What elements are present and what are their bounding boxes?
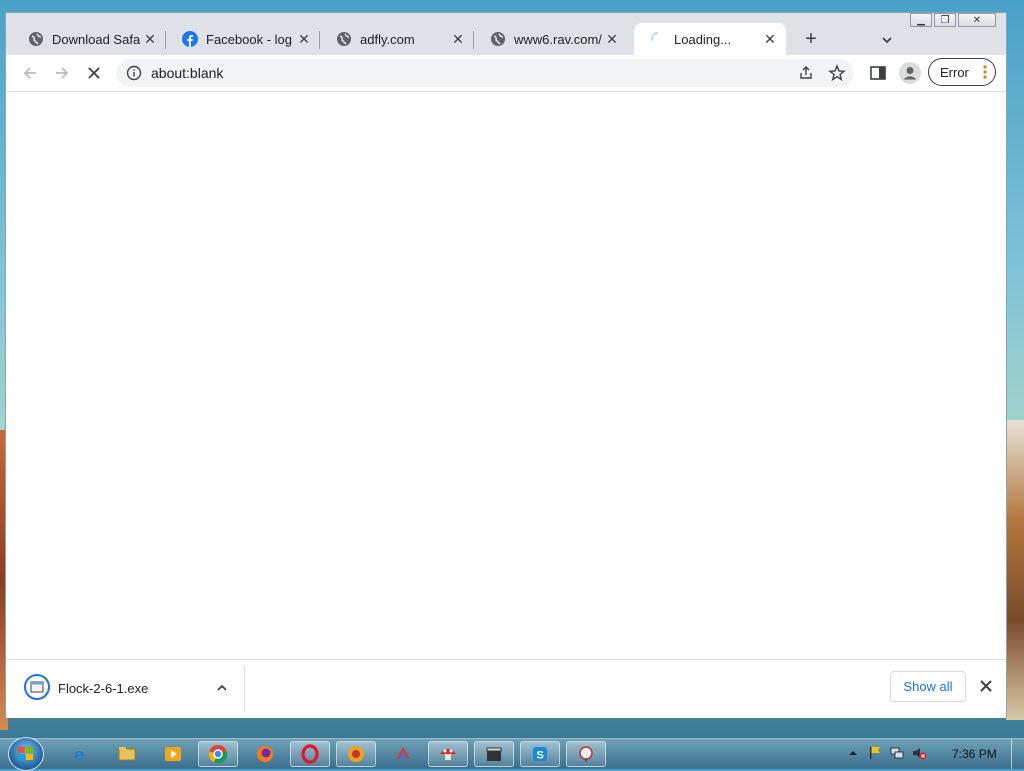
app-icon — [348, 746, 364, 762]
share-icon[interactable] — [798, 65, 814, 81]
tab-title: adfly.com — [360, 31, 415, 47]
tab-close-icon[interactable]: ✕ — [296, 31, 312, 47]
taskbar: e S 7:36 PM — [0, 737, 1024, 771]
file-explorer-icon[interactable] — [116, 743, 138, 765]
tab-close-icon[interactable]: ✕ — [450, 31, 466, 47]
svg-text:S: S — [537, 750, 544, 762]
network-icon[interactable] — [889, 745, 905, 761]
info-icon[interactable] — [126, 65, 142, 81]
new-tab-button[interactable]: + — [800, 29, 822, 51]
show-desktop-button[interactable] — [1011, 739, 1024, 769]
tab-search-chevron-down-icon[interactable] — [878, 31, 896, 49]
page-content-area[interactable] — [6, 92, 1006, 659]
tab-title: Download Safari — [52, 31, 140, 47]
media-player-icon[interactable] — [162, 743, 184, 765]
browser-toolbar: Error — [6, 55, 1006, 91]
tab-loading-active[interactable]: Loading... ✕ — [634, 23, 786, 55]
show-hidden-icons-icon[interactable] — [845, 745, 861, 761]
chrome-icon — [208, 745, 228, 764]
tab-title: Facebook - log in — [206, 31, 294, 47]
globe-icon — [337, 32, 351, 46]
clapperboard-icon — [486, 747, 502, 761]
stop-loading-icon[interactable] — [84, 63, 104, 83]
side-panel-icon[interactable] — [869, 64, 887, 82]
error-button[interactable]: Error — [928, 58, 996, 86]
app-taskbar-button[interactable] — [336, 741, 376, 767]
skype-taskbar-button[interactable]: S — [520, 741, 560, 767]
start-button[interactable] — [8, 737, 44, 771]
app-icon — [579, 746, 593, 762]
tab-close-icon[interactable]: ✕ — [762, 31, 778, 47]
chevron-up-icon[interactable] — [214, 680, 230, 696]
tab-download-safari[interactable]: Download Safari ✕ — [12, 23, 166, 55]
executable-file-icon — [24, 674, 50, 700]
clapperboard-taskbar-button[interactable] — [474, 741, 514, 767]
address-bar[interactable] — [116, 59, 854, 87]
download-file-name: Flock-2-6-1.exe — [58, 681, 149, 696]
action-center-flag-icon[interactable] — [867, 745, 883, 761]
loading-spinner-icon — [651, 32, 659, 41]
opera-icon — [301, 744, 319, 764]
download-item[interactable]: Flock-2-6-1.exe — [14, 660, 244, 718]
app-icon[interactable] — [392, 743, 414, 765]
tab-adfly[interactable]: adfly.com ✕ — [320, 23, 474, 55]
mushroom-icon — [440, 749, 456, 760]
app-taskbar-button-2[interactable] — [566, 741, 606, 767]
menu-kebab-icon — [983, 65, 987, 79]
back-arrow-icon[interactable] — [20, 63, 40, 83]
close-icon[interactable] — [978, 678, 994, 694]
download-shelf: Flock-2-6-1.exe Show all — [6, 659, 1006, 718]
bookmark-star-icon[interactable] — [828, 64, 846, 82]
windows-logo-icon — [18, 747, 33, 760]
globe-icon — [491, 32, 505, 46]
tab-close-icon[interactable]: ✕ — [604, 31, 620, 47]
firefox-icon[interactable] — [254, 743, 276, 765]
globe-icon — [29, 32, 43, 46]
internet-explorer-icon[interactable]: e — [70, 743, 92, 765]
profile-avatar-icon[interactable] — [899, 62, 921, 84]
tab-close-icon[interactable]: ✕ — [142, 31, 158, 47]
svg-text:e: e — [74, 745, 85, 764]
download-separator — [244, 666, 245, 712]
system-tray — [845, 745, 927, 761]
error-button-label: Error — [940, 64, 969, 80]
chrome-taskbar-button[interactable] — [198, 741, 238, 767]
tab-title: www6.rav.com/? — [514, 31, 602, 47]
mushroom-taskbar-button[interactable] — [428, 741, 468, 767]
tab-facebook[interactable]: Facebook - log in ✕ — [166, 23, 320, 55]
forward-arrow-icon[interactable] — [52, 63, 72, 83]
browser-window: ▁ ❐ ✕ Download Safari ✕ Facebook - log i… — [5, 12, 1007, 718]
opera-taskbar-button[interactable] — [290, 741, 330, 767]
taskbar-clock[interactable]: 7:36 PM — [952, 747, 997, 761]
show-all-button[interactable]: Show all — [890, 671, 966, 702]
desktop-wallpaper-right — [1006, 420, 1024, 720]
skype-icon: S — [533, 747, 547, 762]
facebook-icon — [182, 31, 198, 47]
tab-strip: Download Safari ✕ Facebook - log in ✕ ad… — [6, 21, 1006, 55]
volume-muted-icon[interactable] — [911, 745, 927, 761]
tab-title: Loading... — [674, 31, 732, 47]
tab-rav[interactable]: www6.rav.com/? ✕ — [474, 23, 628, 55]
url-input[interactable] — [151, 65, 751, 81]
